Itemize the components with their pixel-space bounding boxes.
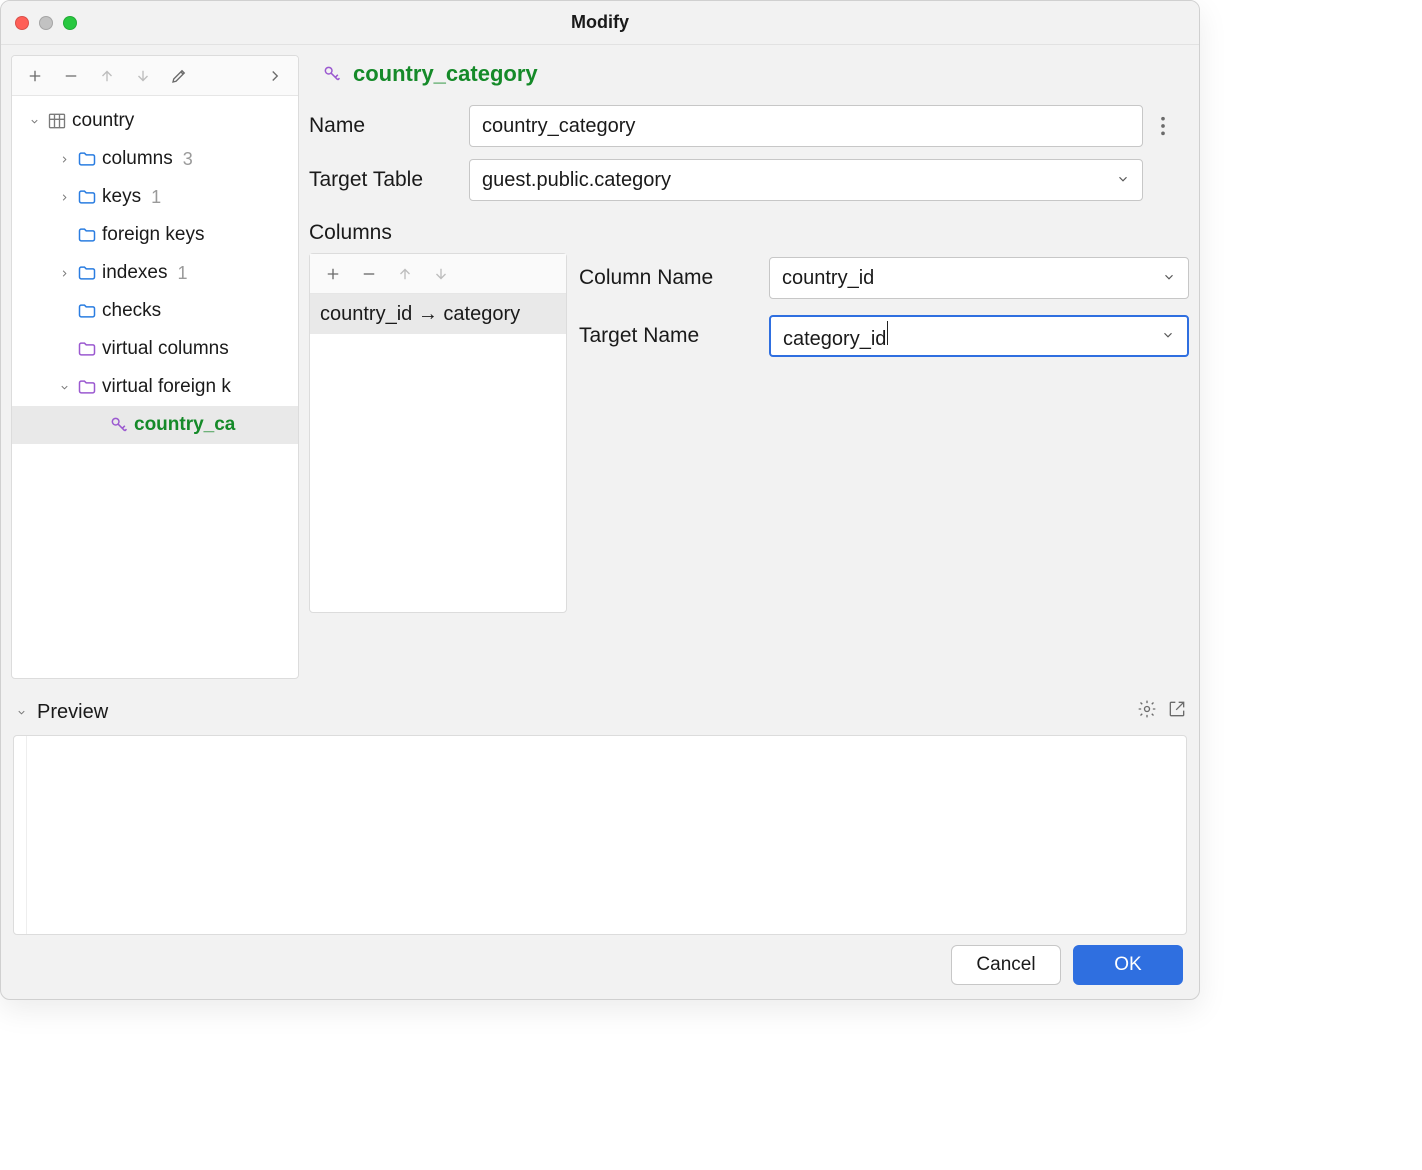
tree-root-label: country xyxy=(72,110,134,132)
column-detail-fields: Column Name country_id Target Name categ… xyxy=(579,253,1189,613)
window-controls xyxy=(15,16,77,30)
tree-item-label: indexes xyxy=(102,262,168,284)
gear-icon[interactable] xyxy=(1137,699,1157,725)
name-row: Name country_category xyxy=(309,99,1189,153)
target-name-select[interactable]: category_id xyxy=(769,315,1189,357)
chevron-down-icon xyxy=(1161,325,1175,348)
folder-icon xyxy=(76,338,98,360)
target-table-value: guest.public.category xyxy=(482,169,671,192)
table-icon xyxy=(46,110,68,132)
tree-item-label: foreign keys xyxy=(102,224,204,246)
object-title: country_category xyxy=(353,61,538,87)
preview-label: Preview xyxy=(37,701,108,724)
columns-area: country_id → category Column Name countr… xyxy=(309,253,1189,613)
add-icon[interactable] xyxy=(18,60,52,92)
tree-item-columns[interactable]: columns 3 xyxy=(12,140,298,178)
zoom-window-button[interactable] xyxy=(63,16,77,30)
tree-item-virtual-foreign-keys[interactable]: virtual foreign k xyxy=(12,368,298,406)
tree-item-count: 1 xyxy=(178,263,188,284)
tree-item-label: virtual columns xyxy=(102,338,229,360)
object-header: country_category xyxy=(309,55,1189,99)
add-icon[interactable] xyxy=(316,258,350,290)
move-down-icon[interactable] xyxy=(126,60,160,92)
dialog-footer: Cancel OK xyxy=(1,935,1199,999)
target-table-label: Target Table xyxy=(309,168,469,192)
sidebar-toolbar xyxy=(12,56,298,96)
key-icon xyxy=(321,63,343,85)
move-down-icon[interactable] xyxy=(424,258,458,290)
target-name-label: Target Name xyxy=(579,324,755,348)
column-name-label: Column Name xyxy=(579,266,755,290)
target-table-select[interactable]: guest.public.category xyxy=(469,159,1143,201)
target-table-row: Target Table guest.public.category xyxy=(309,153,1189,207)
name-label: Name xyxy=(309,114,469,138)
chevron-right-icon xyxy=(56,151,72,167)
columns-list: country_id → category xyxy=(309,253,567,613)
chevron-right-icon xyxy=(56,189,72,205)
tree-item-keys[interactable]: keys 1 xyxy=(12,178,298,216)
tree-item-label: country_ca xyxy=(134,414,235,436)
tree-item-checks[interactable]: checks xyxy=(12,292,298,330)
minimize-window-button[interactable] xyxy=(39,16,53,30)
ok-button[interactable]: OK xyxy=(1073,945,1183,985)
folder-icon xyxy=(76,262,98,284)
window-title: Modify xyxy=(1,12,1199,33)
chevron-down-icon xyxy=(56,379,72,395)
editor-gutter xyxy=(26,736,27,934)
folder-icon xyxy=(76,224,98,246)
more-icon[interactable] xyxy=(258,60,292,92)
tree-item-count: 3 xyxy=(183,149,193,170)
name-input-value: country_category xyxy=(482,115,635,138)
chevron-right-icon xyxy=(56,265,72,281)
column-mapping-text: country_id → category xyxy=(320,303,520,326)
tree-root-country[interactable]: country xyxy=(12,102,298,140)
cancel-button[interactable]: Cancel xyxy=(951,945,1061,985)
folder-icon xyxy=(76,300,98,322)
column-name-value: country_id xyxy=(782,267,874,290)
tree-item-label: keys xyxy=(102,186,141,208)
tree-item-country-category[interactable]: country_ca xyxy=(12,406,298,444)
preview-editor[interactable] xyxy=(13,735,1187,935)
column-name-select[interactable]: country_id xyxy=(769,257,1189,299)
edit-icon[interactable] xyxy=(162,60,196,92)
column-mapping-row[interactable]: country_id → category xyxy=(310,294,566,334)
titlebar: Modify xyxy=(1,1,1199,45)
tree-item-indexes[interactable]: indexes 1 xyxy=(12,254,298,292)
modify-dialog: Modify country xyxy=(0,0,1200,1000)
main-panel: country_category Name country_category T… xyxy=(309,55,1189,679)
tree-item-label: virtual foreign k xyxy=(102,376,231,398)
target-name-value: category_id xyxy=(783,321,888,351)
tree-item-count: 1 xyxy=(151,187,161,208)
key-icon xyxy=(108,414,130,436)
columns-section-label: Columns xyxy=(309,207,1189,253)
move-up-icon[interactable] xyxy=(90,60,124,92)
name-input[interactable]: country_category xyxy=(469,105,1143,147)
structure-tree[interactable]: country columns 3 keys 1 fo xyxy=(12,96,298,678)
tree-item-label: checks xyxy=(102,300,161,322)
close-window-button[interactable] xyxy=(15,16,29,30)
folder-icon xyxy=(76,376,98,398)
open-external-icon[interactable] xyxy=(1167,699,1187,725)
chevron-down-icon xyxy=(1116,169,1130,192)
remove-icon[interactable] xyxy=(352,258,386,290)
columns-toolbar xyxy=(310,254,566,294)
folder-icon xyxy=(76,186,98,208)
chevron-down-icon xyxy=(1162,267,1176,290)
chevron-down-icon xyxy=(26,113,42,129)
text-caret xyxy=(887,321,888,345)
chevron-down-icon[interactable] xyxy=(13,704,29,720)
remove-icon[interactable] xyxy=(54,60,88,92)
tree-item-foreign-keys[interactable]: foreign keys xyxy=(12,216,298,254)
folder-icon xyxy=(76,148,98,170)
name-more-icon[interactable] xyxy=(1143,115,1183,137)
preview-section: Preview xyxy=(1,689,1199,935)
tree-item-label: columns xyxy=(102,148,173,170)
move-up-icon[interactable] xyxy=(388,258,422,290)
structure-sidebar: country columns 3 keys 1 fo xyxy=(11,55,299,679)
tree-item-virtual-columns[interactable]: virtual columns xyxy=(12,330,298,368)
